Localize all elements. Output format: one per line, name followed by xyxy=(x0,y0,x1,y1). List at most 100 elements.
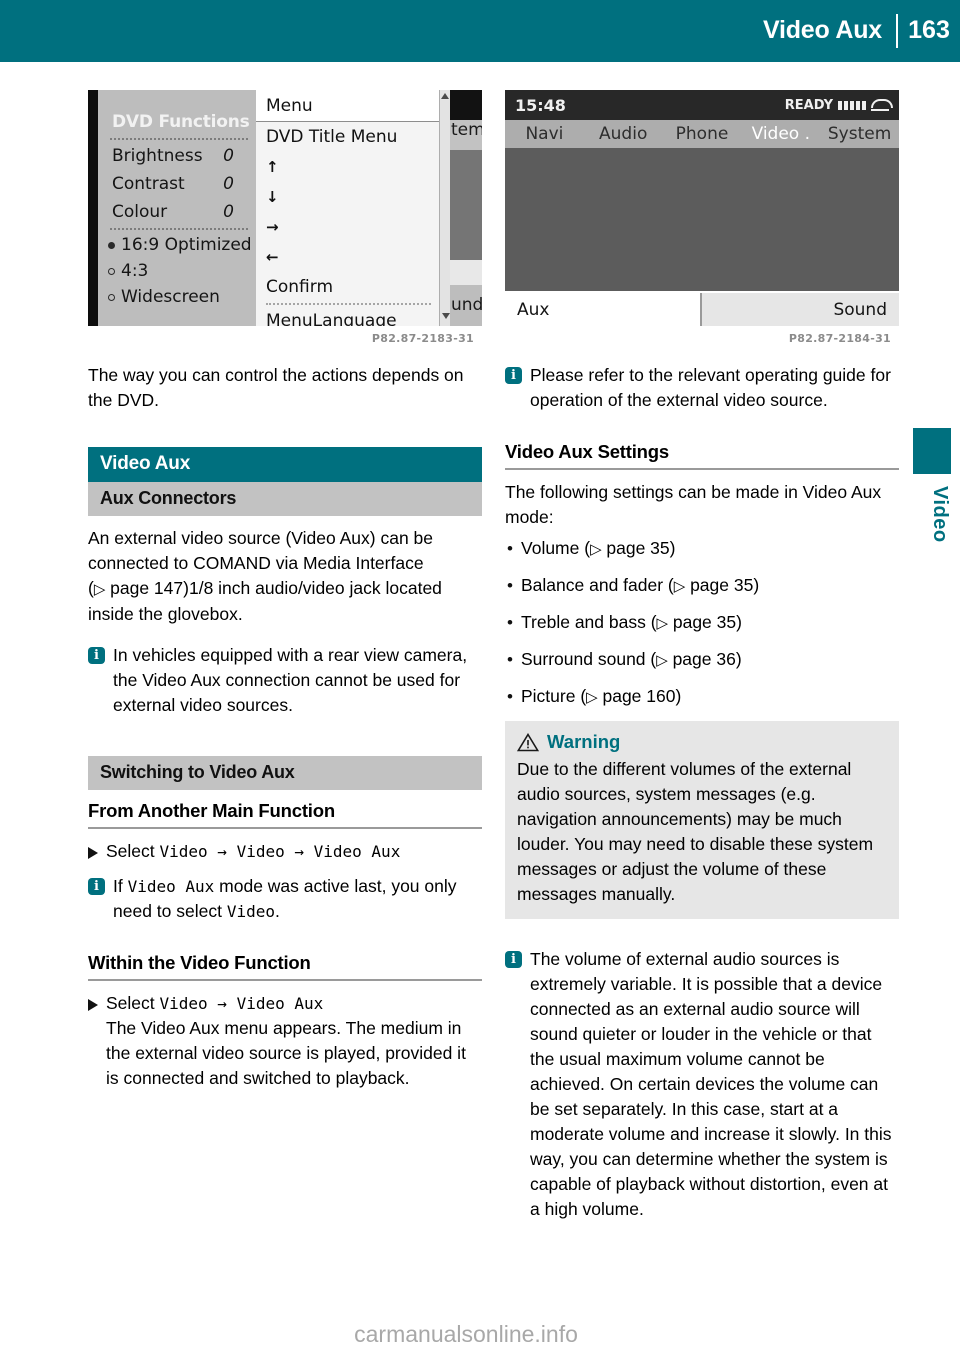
scroll-up-icon[interactable] xyxy=(441,93,449,99)
setting-label: Colour xyxy=(112,202,168,222)
warning-title: Warning xyxy=(547,731,621,752)
right-column: 15:48 READY Navi Audio Phone Video . Sys… xyxy=(505,90,899,1222)
status-ready-label: READY xyxy=(784,97,833,113)
setting-page-ref[interactable]: page 160 xyxy=(602,686,675,706)
page-ref-icon: ▷ xyxy=(673,577,691,595)
dvd-functions-title: DVD Functions xyxy=(112,112,250,132)
aspect-option-widescreen[interactable]: Widescreen xyxy=(98,284,256,310)
footer-button-aux[interactable]: Aux xyxy=(505,293,702,326)
step-select-video-aux-2: Select Video → Video Aux The Video Aux me… xyxy=(88,991,482,1091)
left-column: DVD Functions Brightness 0 Contrast 0 Co… xyxy=(88,90,482,1091)
menu-tab-system[interactable]: System xyxy=(820,124,899,144)
step-prefix: Select xyxy=(106,841,160,861)
menu-item-confirm[interactable]: Confirm xyxy=(256,272,439,302)
radio-icon xyxy=(108,293,115,301)
info-note-operating-guide: i Please refer to the relevant operating… xyxy=(505,363,899,413)
footer-button-sound[interactable]: Sound xyxy=(702,293,899,326)
menu-panel-header: Menu xyxy=(256,90,439,122)
comand-footer-bar: Aux Sound xyxy=(505,291,899,326)
setting-row-colour[interactable]: Colour 0 xyxy=(98,198,256,226)
list-item: Volume (▷ page 35) xyxy=(505,536,899,562)
menu-scrollbar[interactable] xyxy=(439,90,450,326)
warning-box: Warning Due to the different volumes of … xyxy=(505,721,899,919)
setting-page-ref[interactable]: page 36 xyxy=(673,649,736,669)
info-icon: i xyxy=(505,951,522,968)
info-note-text: In vehicles equipped with a rear view ca… xyxy=(113,645,468,715)
step-prefix: Select xyxy=(106,993,160,1013)
menu-tab-phone[interactable]: Phone xyxy=(663,124,742,144)
menu-item-arrow-up[interactable]: ↑ xyxy=(256,152,439,182)
intro-paragraph: The way you can control the actions depe… xyxy=(88,365,464,410)
info-icon: i xyxy=(88,647,105,664)
warning-header: Warning xyxy=(517,731,887,753)
signal-strength-icon xyxy=(838,100,866,110)
step-select-video-aux-1: Select Video → Video → Video Aux xyxy=(88,839,482,864)
menu-item-menulanguage[interactable]: MenuLanguage xyxy=(256,306,439,326)
watermark: carmanualsonline.info xyxy=(354,1321,578,1347)
page-ref-icon: ▷ xyxy=(586,688,603,706)
setting-page-ref[interactable]: page 35 xyxy=(673,612,736,632)
video-display-area xyxy=(505,148,899,291)
aux-connectors-paragraph: An external video source (Video Aux) can… xyxy=(88,526,482,627)
edge-label-system: tem xyxy=(450,120,482,150)
note2-part-a: If xyxy=(113,876,128,896)
section-heading-video-aux: Video Aux xyxy=(88,447,482,482)
chapter-tab-marker xyxy=(913,428,951,474)
list-item: Treble and bass (▷ page 35) xyxy=(505,610,899,636)
step-triangle-icon xyxy=(88,847,98,859)
aux-page-ref[interactable]: page 147 xyxy=(110,578,183,598)
status-time: 15:48 xyxy=(515,95,566,115)
dvd-menu-panel: Menu DVD Title Menu ↑ ↓ → ← Confirm Menu… xyxy=(256,90,439,326)
setting-page-ref[interactable]: page 35 xyxy=(690,575,753,595)
screen-left-edge xyxy=(88,90,98,326)
info-icon: i xyxy=(88,878,105,895)
warning-triangle-icon xyxy=(517,732,539,751)
radio-selected-icon xyxy=(108,241,115,249)
aspect-option-169[interactable]: 16:9 Optimized xyxy=(98,232,256,258)
note2-mono-video-aux: Video Aux xyxy=(127,877,215,896)
heading-video-aux-settings: Video Aux Settings xyxy=(505,441,899,470)
menu-item-arrow-down[interactable]: ↓ xyxy=(256,182,439,212)
menu-item-dvd-title-menu[interactable]: DVD Title Menu xyxy=(256,122,439,152)
dvd-functions-panel: DVD Functions Brightness 0 Contrast 0 Co… xyxy=(98,90,256,326)
setting-label: Brightness xyxy=(112,146,203,166)
screen-right-edge: tem und xyxy=(450,90,482,326)
info-icon: i xyxy=(505,367,522,384)
setting-name: Picture xyxy=(521,686,576,706)
divider xyxy=(110,138,248,140)
setting-value: 0 xyxy=(223,174,234,194)
info-note-video-aux-active: i If Video Aux mode was active last, you… xyxy=(88,874,482,924)
scroll-down-icon[interactable] xyxy=(442,313,450,319)
aspect-option-43[interactable]: 4:3 xyxy=(98,258,256,284)
chapter-tab-label: Video xyxy=(929,486,951,543)
setting-page-ref[interactable]: page 35 xyxy=(606,538,669,558)
settings-intro-paragraph: The following settings can be made in Vi… xyxy=(505,482,882,527)
page-ref-icon: ▷ xyxy=(656,614,673,632)
figure-caption-left: P82.87-2183-31 xyxy=(371,332,474,345)
menu-tab-navi[interactable]: Navi xyxy=(505,124,584,144)
subsection-heading-switching: Switching to Video Aux xyxy=(88,756,482,790)
page-ref-icon: ▷ xyxy=(656,651,673,669)
setting-row-brightness[interactable]: Brightness 0 xyxy=(98,142,256,170)
page-ref-icon: ▷ xyxy=(590,540,607,558)
option-label: 16:9 Optimized xyxy=(121,235,252,255)
settings-list: Volume (▷ page 35) Balance and fader (▷ … xyxy=(505,536,899,710)
option-label: 4:3 xyxy=(121,261,149,281)
page-title: Video Aux xyxy=(762,15,882,44)
menu-tab-audio[interactable]: Audio xyxy=(584,124,663,144)
phone-icon xyxy=(871,98,893,111)
menu-item-arrow-left[interactable]: ← xyxy=(256,242,439,272)
note2-mono-video: Video xyxy=(226,902,275,921)
setting-row-contrast[interactable]: Contrast 0 xyxy=(98,170,256,198)
setting-value: 0 xyxy=(223,202,234,222)
note2-part-c: . xyxy=(275,901,280,921)
warning-text: Due to the different volumes of the exte… xyxy=(517,759,874,904)
setting-label: Contrast xyxy=(112,174,185,194)
subsection-heading-aux-connectors: Aux Connectors xyxy=(88,482,482,516)
figure-caption-right: P82.87-2184-31 xyxy=(788,332,891,345)
menu-item-arrow-right[interactable]: → xyxy=(256,212,439,242)
setting-name: Treble and bass xyxy=(521,612,646,632)
divider xyxy=(266,303,431,305)
menu-tab-video[interactable]: Video . xyxy=(741,124,820,144)
list-item: Surround sound (▷ page 36) xyxy=(505,647,899,673)
